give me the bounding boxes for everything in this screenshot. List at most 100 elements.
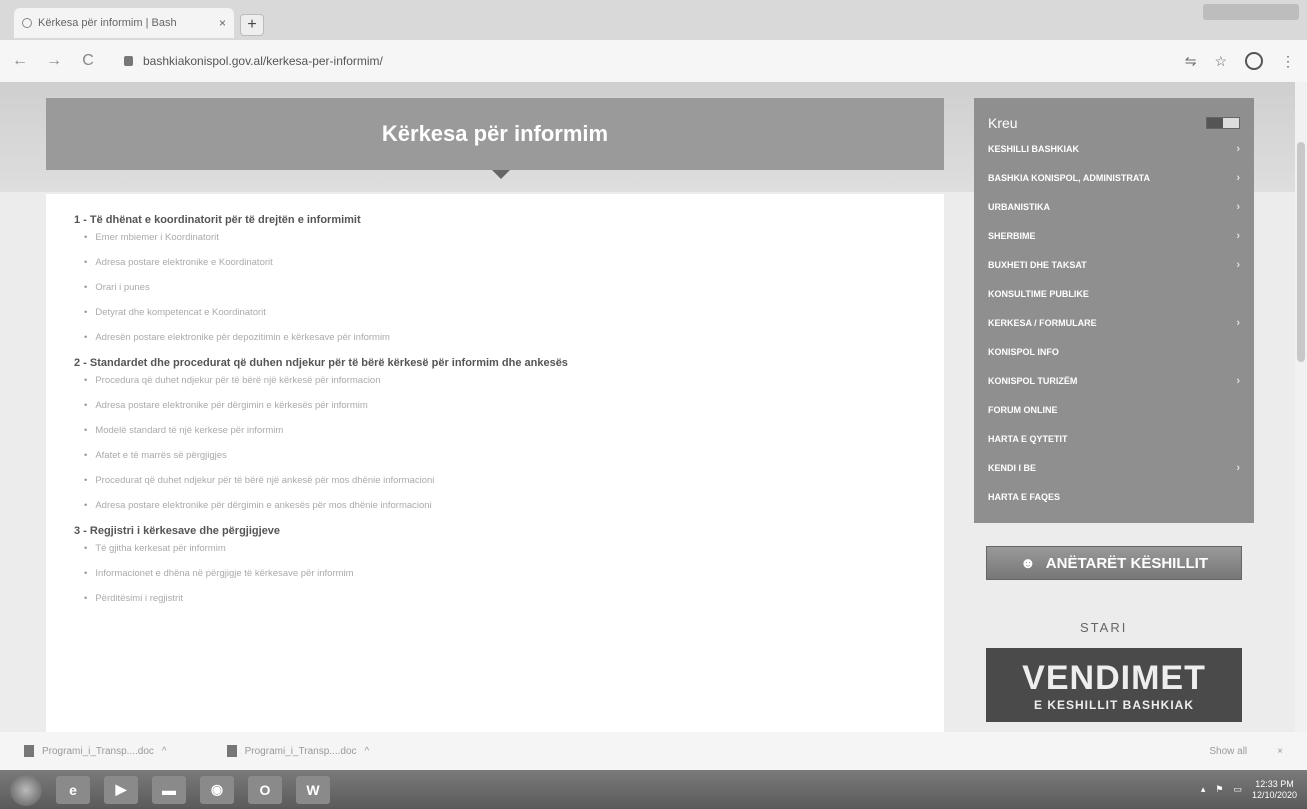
menu-home-link[interactable]: Kreu — [988, 115, 1018, 131]
sidebar-item-keshilli[interactable]: KESHILLI BASHKIAK › — [974, 134, 1254, 163]
media-player-icon[interactable]: ▶ — [104, 775, 138, 804]
word-doc-icon — [226, 745, 237, 757]
clock[interactable]: 12:33 PM 12/10/2020 — [1252, 779, 1297, 801]
sidebar-item-label: KONSULTIME PUBLIKE — [988, 288, 1089, 299]
vertical-scrollbar[interactable] — [1295, 82, 1307, 732]
word-icon[interactable]: W — [296, 775, 330, 804]
sidebar-item-konsultime[interactable]: KONSULTIME PUBLIKE — [974, 279, 1254, 308]
forward-icon[interactable]: → — [46, 52, 62, 70]
list-item[interactable]: Adresa postare elektronike për dërgimin … — [84, 400, 916, 411]
chevron-up-icon[interactable]: ^ — [365, 746, 370, 757]
chevron-right-icon: › — [1236, 171, 1240, 184]
sidebar-item-forum[interactable]: FORUM ONLINE — [974, 395, 1254, 424]
members-banner-label: ANËTARËT KËSHILLIT — [1045, 554, 1208, 572]
decisions-banner[interactable]: VENDIMET E KESHILLIT BASHKIAK — [986, 648, 1242, 722]
list-item[interactable]: Orari i punes — [84, 282, 916, 293]
sidebar-item-label: BUXHETI DHE TAKSAT — [988, 259, 1087, 270]
list-item[interactable]: Informacionet e dhëna në përgjigje të kë… — [84, 568, 916, 579]
download-item[interactable]: Programi_i_Transp....doc ^ — [226, 745, 370, 757]
download-filename: Programi_i_Transp....doc — [42, 745, 154, 757]
members-banner[interactable]: ☻ ANËTARËT KËSHILLIT — [986, 546, 1242, 580]
section-heading: 2 - Standardet dhe procedurat që duhen n… — [74, 357, 568, 369]
address-bar: ← → C bashkiakonispol.gov.al/kerkesa-per… — [0, 40, 1307, 82]
sidebar-item-label: SHERBIME — [988, 230, 1036, 241]
decisions-banner-subtitle: E KESHILLIT BASHKIAK — [1033, 697, 1194, 712]
list-item[interactable]: Përditësimi i regjistrit — [84, 593, 916, 604]
reload-icon[interactable]: C — [80, 52, 96, 70]
section-coordinator: 1 - Të dhënat e koordinatorit për të dre… — [74, 214, 916, 343]
screen: Kërkesa për informim | Bash × + ← → C ba… — [0, 0, 1307, 809]
sidebar-item-label: KONISPOL TURIZËM — [988, 375, 1078, 386]
list-item[interactable]: Detyrat dhe kompetencat e Koordinatorit — [84, 307, 916, 318]
sidebar-item-label: KENDI I BE — [988, 462, 1037, 473]
sidebar-item-label: FORUM ONLINE — [988, 404, 1058, 415]
scrollbar-thumb[interactable] — [1297, 142, 1305, 362]
outlook-icon[interactable]: O — [248, 775, 282, 804]
ie-icon[interactable]: e — [56, 775, 90, 804]
account-icon[interactable] — [1245, 52, 1263, 70]
window-controls[interactable] — [1203, 4, 1299, 20]
chevron-right-icon: › — [1236, 258, 1240, 271]
translate-icon[interactable]: ⇋ — [1185, 53, 1197, 70]
downloads-bar: Programi_i_Transp....doc ^ Programi_i_Tr… — [0, 732, 1307, 770]
sidebar-item-buxheti[interactable]: BUXHETI DHE TAKSAT › — [974, 250, 1254, 279]
sidebar-item-sherbime[interactable]: SHERBIME › — [974, 221, 1254, 250]
menu-dots-icon[interactable]: ⋮ — [1281, 53, 1295, 70]
sidebar-item-info[interactable]: KONISPOL INFO — [974, 337, 1254, 366]
sidebar-item-kerkesa[interactable]: KERKESA / FORMULARE › — [974, 308, 1254, 337]
chevron-right-icon: › — [1236, 316, 1240, 329]
sidebar-item-administrata[interactable]: BASHKIA KONISPOL, ADMINISTRATA › — [974, 163, 1254, 192]
page-title-box: Kërkesa për informim — [46, 98, 944, 170]
bookmark-star-icon[interactable]: ☆ — [1214, 53, 1227, 70]
sidebar-item-harta-qytetit[interactable]: HARTA E QYTETIT — [974, 424, 1254, 453]
sidebar-menu: Kreu KESHILLI BASHKIAK › BASHKIA KONISPOL… — [974, 98, 1254, 523]
show-all-link[interactable]: Show all — [1209, 746, 1247, 757]
list-item[interactable]: Të gjitha kerkesat për informim — [84, 543, 916, 554]
section-heading: 1 - Të dhënat e koordinatorit për të dre… — [74, 214, 361, 226]
taskbar: e ▶ ▬ ◉ O W ▴ ⚑ ▭ 12:33 PM 12/10/2020 — [0, 770, 1307, 809]
list-item[interactable]: Modelë standard të një kerkese për infor… — [84, 425, 916, 436]
sidebar-item-kendi-be[interactable]: KENDI I BE › — [974, 453, 1254, 482]
section-standards: 2 - Standardet dhe procedurat që duhen n… — [74, 357, 916, 511]
flag-icon[interactable] — [1206, 117, 1240, 129]
new-tab-button[interactable]: + — [240, 14, 264, 36]
chevron-right-icon: › — [1236, 229, 1240, 242]
sidebar-item-label: BASHKIA KONISPOL, ADMINISTRATA — [988, 172, 1150, 183]
list-item[interactable]: Procedurat që duhet ndjekur për të bërë … — [84, 475, 916, 486]
decisions-banner-title: VENDIMET — [1022, 658, 1206, 697]
menu-header: Kreu — [974, 112, 1254, 134]
tray-expand-icon[interactable]: ▴ — [1201, 784, 1206, 795]
list-item[interactable]: Adresa postare elektronike e Koordinator… — [84, 257, 916, 268]
back-icon[interactable]: ← — [12, 52, 28, 70]
sidebar-item-label: KESHILLI BASHKIAK — [988, 143, 1080, 154]
sidebar-item-urbanistika[interactable]: URBANISTIKA › — [974, 192, 1254, 221]
sidebar-item-turizem[interactable]: KONISPOL TURIZËM › — [974, 366, 1254, 395]
people-icon: ☻ — [1019, 554, 1036, 572]
tab-close-icon[interactable]: × — [219, 16, 226, 30]
chevron-up-icon[interactable]: ^ — [162, 746, 167, 757]
browser-tab[interactable]: Kërkesa për informim | Bash × — [14, 8, 234, 38]
chevron-right-icon: › — [1236, 142, 1240, 155]
chevron-right-icon: › — [1236, 374, 1240, 387]
list-item[interactable]: Adresa postare elektronike për dërgimin … — [84, 500, 916, 511]
browser-tabbar: Kërkesa për informim | Bash × + — [0, 0, 1307, 40]
start-button[interactable] — [10, 773, 42, 806]
word-doc-icon — [24, 745, 34, 757]
list-item[interactable]: Emer mbiemer i Koordinatorit — [84, 232, 916, 243]
list-item[interactable]: Afatet e të marrës së përgjigjes — [84, 450, 916, 461]
stari-logo[interactable]: STARI — [1080, 620, 1127, 635]
list-item[interactable]: Adresën postare elektronike për depoziti… — [84, 332, 916, 343]
close-icon[interactable]: × — [1277, 746, 1283, 757]
sidebar-item-label: HARTA E FAQES — [988, 491, 1061, 502]
folder-icon[interactable]: ▬ — [152, 775, 186, 804]
url-field[interactable]: bashkiakonispol.gov.al/kerkesa-per-infor… — [143, 54, 1185, 68]
sidebar-item-label: URBANISTIKA — [988, 201, 1050, 212]
list-item[interactable]: Procedura që duhet ndjekur për të bërë n… — [84, 375, 916, 386]
chrome-icon[interactable]: ◉ — [200, 775, 234, 804]
sidebar-item-harta-faqes[interactable]: HARTA E FAQES — [974, 482, 1254, 511]
network-icon[interactable]: ▭ — [1233, 784, 1242, 795]
download-item[interactable]: Programi_i_Transp....doc ^ — [24, 745, 167, 757]
flag-tray-icon[interactable]: ⚑ — [1215, 784, 1223, 795]
clock-date: 12/10/2020 — [1251, 789, 1297, 800]
page-title: Kërkesa për informim — [381, 121, 609, 146]
